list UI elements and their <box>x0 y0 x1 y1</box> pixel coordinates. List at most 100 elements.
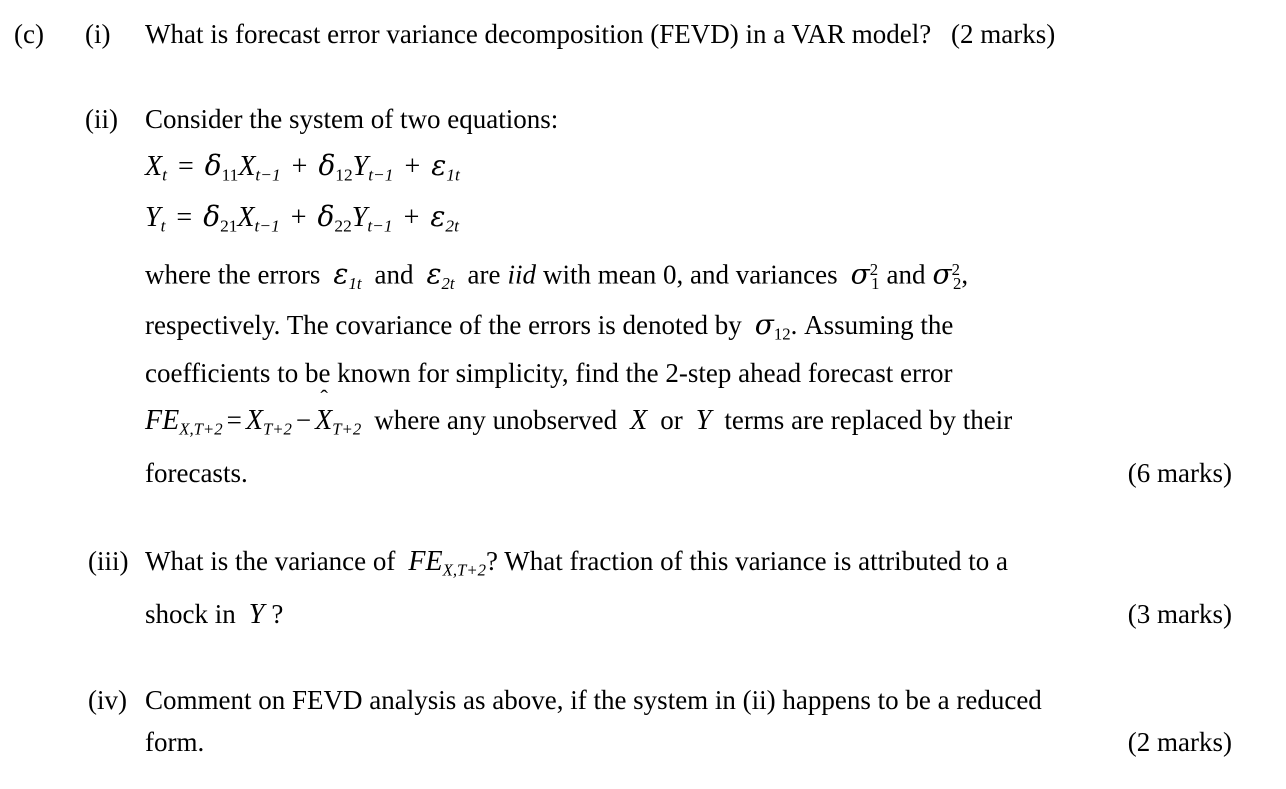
epsilon-2t-inline-sub: 2t <box>441 274 455 294</box>
var-y-italic-iii: Y <box>248 599 265 630</box>
question-iv-text-2: form. <box>145 727 205 757</box>
question-iii-text-1: What is the variance of <box>145 546 396 576</box>
hat-accent-icon: ˆ <box>320 385 328 411</box>
question-iv-body: Comment on FEVD analysis as above, if th… <box>145 680 1265 764</box>
epsilon-1t-sub: 1t <box>446 165 460 185</box>
equation-y-term2-sub: t−1 <box>367 216 393 236</box>
errors-text-2: and <box>374 259 414 290</box>
part-label-c: (c) <box>14 19 44 49</box>
equation-x-term2-sub: t−1 <box>368 165 394 185</box>
question-i-text: What is forecast error variance decompos… <box>145 19 932 49</box>
equation-y-equals: = <box>176 202 193 233</box>
equation-x-lhs-sub: t <box>162 165 167 185</box>
question-iv-marks: (2 marks) <box>1127 727 1232 757</box>
equation-x-term1-var: X <box>238 151 256 182</box>
question-number-i: (i) <box>85 19 111 49</box>
fe-symbol: FE <box>145 405 180 436</box>
forecasts-line: forecasts. (6 marks) <box>145 453 1265 500</box>
var-x-italic: X <box>630 405 648 436</box>
coefficients-text: coefficients to be known for simplicity,… <box>145 358 953 388</box>
iid-text: iid <box>507 259 537 290</box>
covariance-line: respectively. The covariance of the erro… <box>145 305 1265 353</box>
epsilon-2t: ε <box>430 200 446 233</box>
epsilon-2t-inline: ε <box>426 257 442 291</box>
fe-tail-text-1: where any unobserved <box>374 405 618 435</box>
sigma-12: σ <box>754 308 774 341</box>
fe-tail-text-3: terms are replaced by their <box>724 405 1013 435</box>
question-number-iii: (iii) <box>88 546 129 576</box>
var-y-italic: Y <box>695 405 712 436</box>
question-number-iv: (iv) <box>88 685 127 715</box>
delta-11: δ <box>204 149 222 182</box>
epsilon-1t: ε <box>431 149 447 182</box>
fe-tail-text-2: or <box>660 405 683 435</box>
equation-x-equals: = <box>177 151 194 182</box>
errors-text-1: where the errors <box>145 259 321 290</box>
fe-x-actual-sub: T+2 <box>262 419 292 439</box>
question-ii-intro: Consider the system of two equations: <box>145 104 559 134</box>
question-iii-text-4: ? <box>271 599 284 629</box>
delta-21-sub: 21 <box>220 216 238 236</box>
sigma-12-sub: 12 <box>773 324 791 344</box>
question-iii-line-1: What is the variance of FEX,T+2? What fra… <box>145 541 1265 594</box>
delta-21: δ <box>203 200 221 233</box>
sigma-1-sub: 1 <box>871 274 880 294</box>
forecasts-text: forecasts. <box>145 458 248 488</box>
question-iii-text-2: ? What fraction of this variance is attr… <box>485 546 1009 576</box>
covariance-text-2: . Assuming the <box>790 310 954 340</box>
question-number-ii: (ii) <box>85 104 118 134</box>
equation-x-plus-1: + <box>291 151 308 182</box>
question-i-line: What is forecast error variance decompos… <box>145 14 1265 61</box>
fe-minus: − <box>295 405 312 435</box>
epsilon-1t-inline: ε <box>333 257 349 291</box>
errors-text-3: are <box>467 259 501 290</box>
question-i-body: What is forecast error variance decompos… <box>145 14 1265 61</box>
equation-x-term1-sub: t−1 <box>255 165 281 185</box>
delta-22: δ <box>317 200 335 233</box>
question-ii-marks: (6 marks) <box>1127 458 1232 488</box>
question-iii-line-2: shock in Y? (3 marks) <box>145 594 1265 641</box>
errors-description-line: where the errors ε1t and ε2t are iid with mean… <box>145 250 1265 305</box>
delta-11-sub: 11 <box>221 165 239 185</box>
delta-12-sub: 12 <box>335 165 353 185</box>
fe-x-forecast-sub: T+2 <box>332 419 362 439</box>
equation-y-term2-var: Y <box>351 202 368 233</box>
delta-22-sub: 22 <box>334 216 352 236</box>
exam-question-page: (c) (i) What is forecast error variance … <box>0 0 1286 789</box>
fe-subscript-iii: X,T+2 <box>442 560 486 580</box>
equation-y: Yt = δ21Xt−1 + δ22Yt−1 + ε2t <box>145 197 1265 250</box>
question-ii-body: Consider the system of two equations: Xt… <box>145 99 1265 500</box>
equation-y-term1-var: X <box>237 202 255 233</box>
equation-x-plus-2: + <box>404 151 421 182</box>
errors-text-6: , <box>961 259 969 290</box>
question-ii-intro-line: Consider the system of two equations: <box>145 99 1265 146</box>
equation-x: Xt = δ11Xt−1 + δ12Yt−1 + ε1t <box>145 146 1265 197</box>
question-iv-line-2: form. (2 marks) <box>145 722 1265 764</box>
question-i-marks: (2 marks) <box>951 19 1056 49</box>
sigma-1-squared: σ <box>850 257 870 291</box>
equation-y-plus-2: + <box>403 202 420 233</box>
fe-equals: = <box>226 405 242 435</box>
equation-x-lhs-var: X <box>145 151 163 182</box>
equation-y-plus-1: + <box>290 202 307 233</box>
equation-y-lhs-sub: t <box>160 216 166 236</box>
epsilon-1t-inline-sub: 1t <box>348 274 362 294</box>
fe-x-forecast-wrap: ˆX <box>315 386 332 441</box>
equation-y-term1-sub: t−1 <box>254 216 280 236</box>
question-iii-body: What is the variance of FEX,T+2? What fra… <box>145 541 1265 641</box>
equation-x-term2-var: Y <box>352 151 369 182</box>
errors-text-4: with mean 0, and variances <box>543 259 838 290</box>
coefficients-line: coefficients to be known for simplicity,… <box>145 353 1265 400</box>
delta-12: δ <box>318 149 336 182</box>
forecast-error-formula-line: FEX,T+2 = XT+2− ˆ XT+2 where any unobserved Xo… <box>145 386 1265 453</box>
epsilon-2t-sub: 2t <box>445 216 459 236</box>
equation-y-lhs-var: Y <box>145 202 161 233</box>
covariance-text-1: respectively. The covariance of the erro… <box>145 310 742 340</box>
question-iii-text-3: shock in <box>145 599 236 629</box>
fe-subscript: X,T+2 <box>179 419 223 439</box>
sigma-2-squared: σ <box>932 257 952 291</box>
fe-symbol-iii: FE <box>408 546 443 577</box>
question-iv-line-1: Comment on FEVD analysis as above, if th… <box>145 680 1265 722</box>
errors-text-5: and <box>886 259 926 290</box>
question-iv-text-1: Comment on FEVD analysis as above, if th… <box>145 685 1042 715</box>
